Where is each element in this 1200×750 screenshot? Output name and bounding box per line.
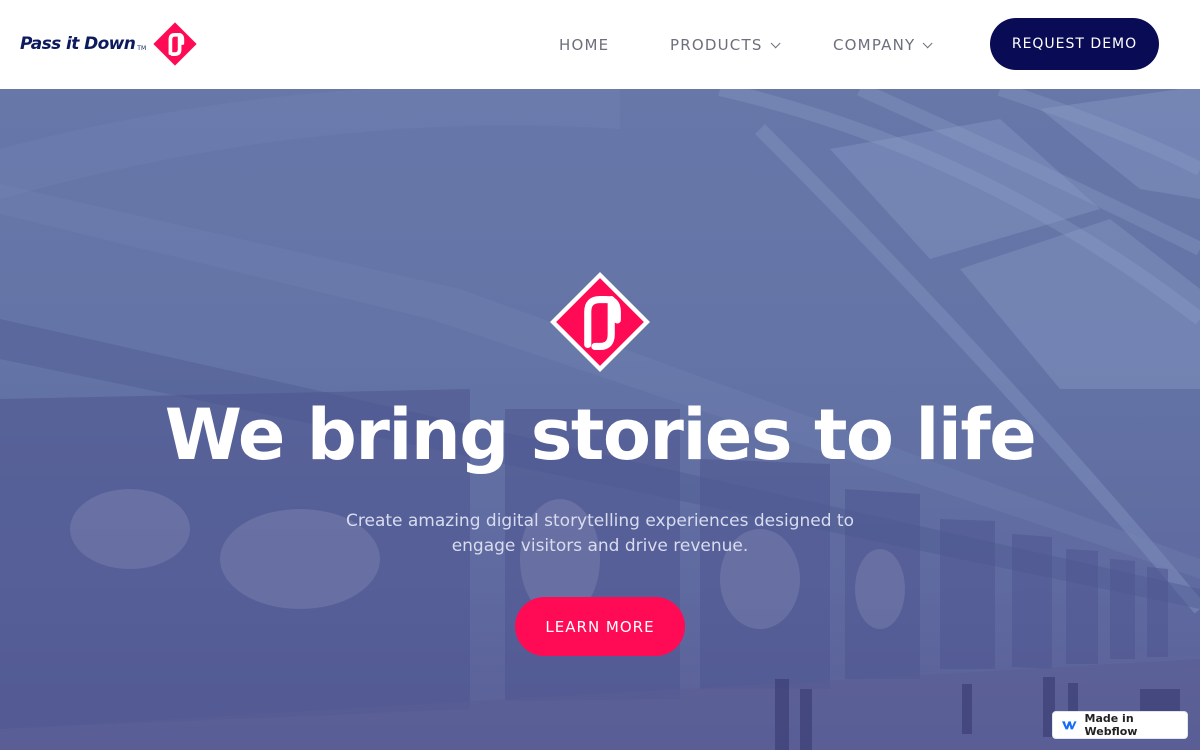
hero-subtitle: Create amazing digital storytelling expe… <box>346 511 854 556</box>
brand-diamond-icon <box>550 272 650 372</box>
nav-home[interactable]: HOME <box>559 36 609 54</box>
webflow-badge-label: Made in Webflow <box>1084 712 1138 738</box>
webflow-icon <box>1062 721 1077 730</box>
brand-logo[interactable]: Pass it Down TM <box>20 21 198 67</box>
nav-company[interactable]: COMPANY <box>833 36 933 54</box>
nav-products[interactable]: PRODUCTS <box>670 36 781 54</box>
hero-section: We bring stories to life Create amazing … <box>0 89 1200 750</box>
site-header: Pass it Down TM HOME PRODUCTS COMPANY RE… <box>0 0 1200 89</box>
nav-products-label: PRODUCTS <box>670 36 763 54</box>
request-demo-button[interactable]: REQUEST DEMO <box>990 18 1159 70</box>
chevron-down-icon <box>770 37 781 48</box>
nav-company-label: COMPANY <box>833 36 916 54</box>
trademark-mark: TM <box>137 44 147 52</box>
brand-name: Pass it Down <box>20 34 136 54</box>
learn-more-button[interactable]: LEARN MORE <box>515 597 685 656</box>
nav-home-label: HOME <box>559 36 610 54</box>
made-in-webflow-badge[interactable]: Made in Webflow <box>1052 711 1188 739</box>
chevron-down-icon <box>923 37 933 48</box>
brand-logo-icon <box>153 22 197 66</box>
hero-title: We bring stories to life <box>164 394 1037 476</box>
